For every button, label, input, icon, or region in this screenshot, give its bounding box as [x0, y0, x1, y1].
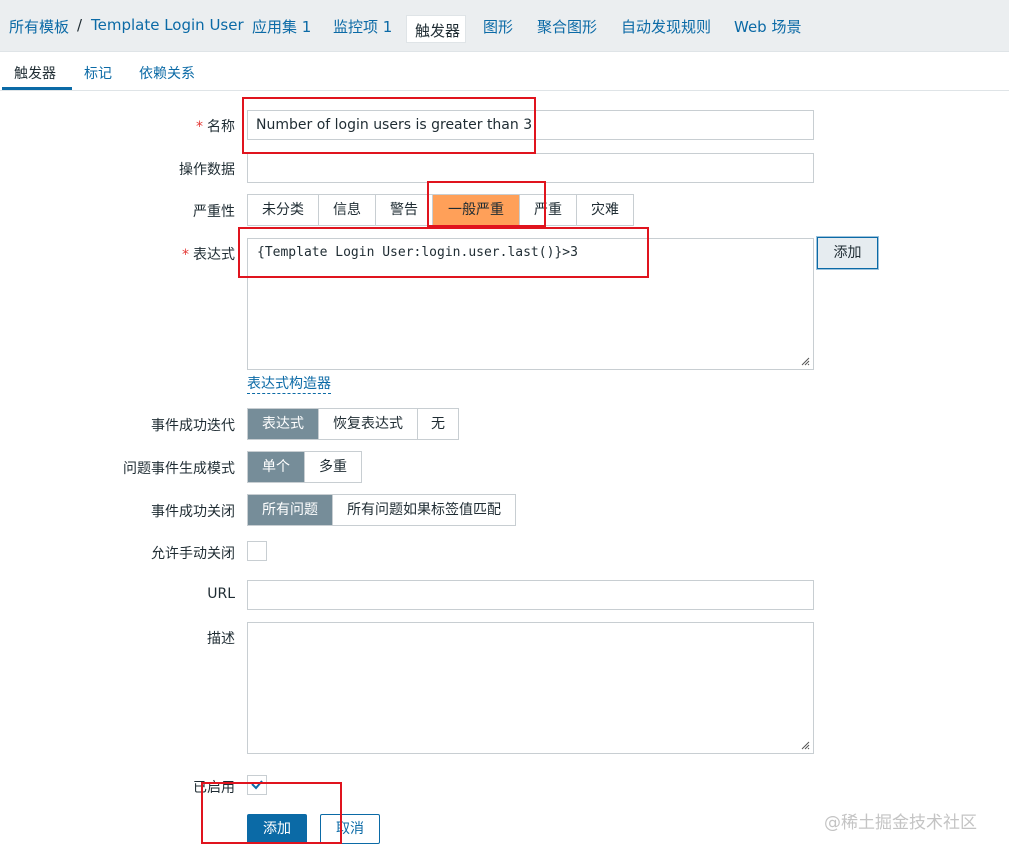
ok-event-generation-label: 事件成功迭代 [151, 418, 235, 434]
tab-dependencies[interactable]: 依赖关系 [139, 63, 195, 83]
resize-handle-icon[interactable] [801, 357, 810, 366]
checkmark-icon [251, 780, 263, 790]
severity-label: 严重性 [193, 204, 235, 220]
nav-items[interactable]: 监控项 1 [333, 16, 392, 37]
tab-trigger[interactable]: 触发器 [14, 63, 56, 83]
add-button[interactable]: 添加 [247, 814, 307, 844]
ok-close-tag-match[interactable]: 所有问题如果标签值匹配 [333, 495, 515, 525]
severity-warning[interactable]: 警告 [376, 195, 433, 225]
nav-applications[interactable]: 应用集 1 [252, 16, 311, 37]
nav-screens[interactable]: 聚合图形 [537, 16, 597, 37]
breadcrumb-template[interactable]: Template Login User [91, 16, 244, 34]
breadcrumb-separator: / [77, 16, 83, 34]
name-input[interactable]: Number of login users is greater than 3 [247, 110, 814, 140]
enabled-label: 已启用 [193, 780, 235, 796]
severity-high[interactable]: 严重 [520, 195, 577, 225]
ok-close-all-problems[interactable]: 所有问题 [248, 495, 333, 525]
nav-web-scenarios[interactable]: Web 场景 [734, 16, 801, 37]
ok-event-generation-selector: 表达式 恢复表达式 无 [247, 408, 459, 440]
name-label: * 名称 [196, 119, 235, 135]
breadcrumb-bar: 所有模板 / Template Login User 应用集 1 监控项 1 触… [0, 0, 1009, 52]
expression-value: {Template Login User:login.user.last()}>… [257, 245, 578, 260]
severity-information[interactable]: 信息 [319, 195, 376, 225]
description-label: 描述 [207, 631, 235, 647]
expression-textarea[interactable]: {Template Login User:login.user.last()}>… [247, 238, 814, 370]
opdata-label: 操作数据 [179, 162, 235, 178]
expression-label: * 表达式 [182, 247, 235, 263]
cancel-button[interactable]: 取消 [320, 814, 380, 844]
tab-tags[interactable]: 标记 [84, 63, 112, 83]
nav-discovery-rules[interactable]: 自动发现规则 [621, 16, 711, 37]
form-tabs: 触发器 标记 依赖关系 [0, 52, 1009, 91]
breadcrumb-all-templates[interactable]: 所有模板 [9, 16, 69, 37]
ok-event-expression[interactable]: 表达式 [248, 409, 319, 439]
nav-triggers[interactable]: 触发器 [406, 15, 466, 43]
ok-event-recovery-expression[interactable]: 恢复表达式 [319, 409, 418, 439]
resize-handle-icon[interactable] [801, 741, 810, 750]
problem-mode-multiple[interactable]: 多重 [305, 452, 361, 482]
severity-not-classified[interactable]: 未分类 [248, 195, 319, 225]
url-label: URL [207, 586, 235, 602]
manual-close-checkbox[interactable] [247, 541, 267, 561]
severity-selector: 未分类 信息 警告 一般严重 严重 灾难 [247, 194, 634, 226]
opdata-input[interactable] [247, 153, 814, 183]
problem-mode-label: 问题事件生成模式 [123, 461, 235, 477]
active-tab-indicator [2, 87, 72, 90]
ok-close-label: 事件成功关闭 [151, 504, 235, 520]
expression-add-button[interactable]: 添加 [817, 237, 878, 269]
manual-close-label: 允许手动关闭 [151, 546, 235, 562]
watermark: @稀土掘金技术社区 [824, 813, 977, 833]
required-marker: * [182, 247, 189, 263]
expression-constructor-link[interactable]: 表达式构造器 [247, 376, 331, 394]
ok-close-selector: 所有问题 所有问题如果标签值匹配 [247, 494, 516, 526]
nav-triggers-label: 触发器 [415, 22, 461, 40]
severity-disaster[interactable]: 灾难 [577, 195, 633, 225]
required-marker: * [196, 119, 203, 135]
url-input[interactable] [247, 580, 814, 610]
description-textarea[interactable] [247, 622, 814, 754]
problem-mode-selector: 单个 多重 [247, 451, 362, 483]
ok-event-none[interactable]: 无 [418, 409, 458, 439]
problem-mode-single[interactable]: 单个 [248, 452, 305, 482]
enabled-checkbox[interactable] [247, 775, 267, 795]
severity-average[interactable]: 一般严重 [433, 195, 520, 225]
nav-graphs[interactable]: 图形 [483, 16, 513, 37]
name-input-value: Number of login users is greater than 3 [256, 117, 533, 133]
